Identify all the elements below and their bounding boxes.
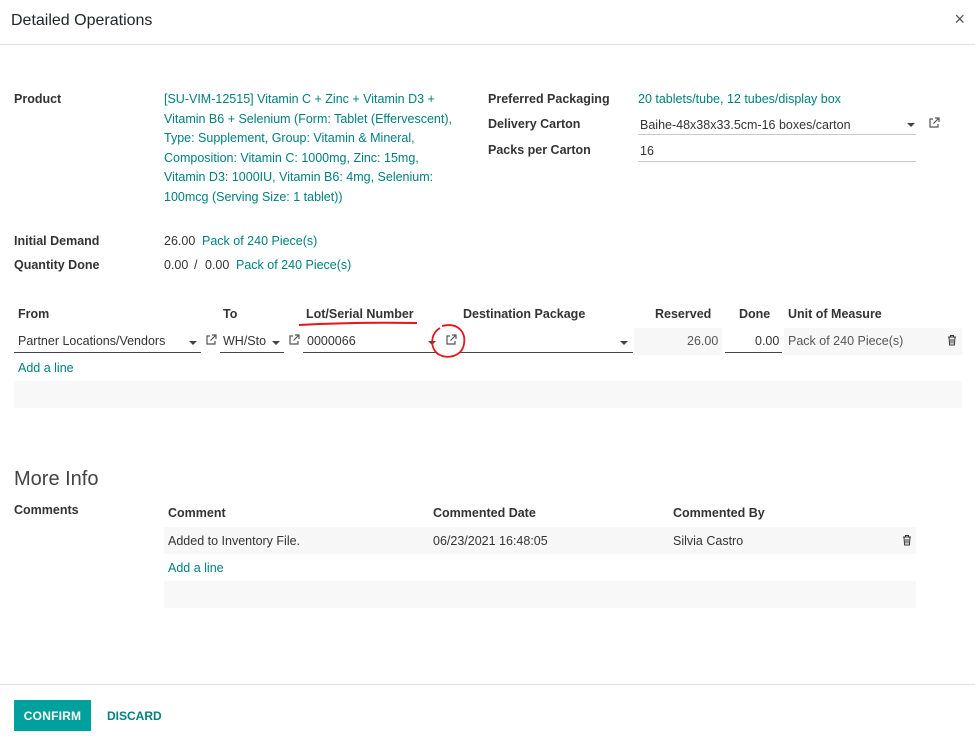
external-link-icon[interactable] [928,117,940,129]
external-link-icon[interactable] [288,334,300,346]
col-header-comment[interactable]: Comment [168,506,226,520]
dialog-title: Detailed Operations [11,12,153,29]
external-link-icon[interactable] [205,334,217,346]
packs-per-carton-input[interactable]: 16 [640,144,654,158]
add-comment-line-link[interactable]: Add a line [168,561,224,575]
delivery-carton-label: Delivery Carton [488,117,581,131]
discard-button[interactable]: DISCARD [107,709,162,723]
col-header-commented-date[interactable]: Commented Date [433,506,536,520]
chevron-down-icon[interactable] [272,341,280,345]
comments-label: Comments [14,503,79,517]
confirm-button[interactable]: CONFIRM [14,700,91,731]
to-location-underline [220,352,284,353]
red-circle-annotation [431,324,466,358]
col-header-to[interactable]: To [223,307,237,321]
done-input[interactable]: 0.00 [755,334,779,348]
preferred-packaging-value[interactable]: 20 tablets/tube, 12 tubes/display box [638,92,841,106]
red-underline-annotation [298,321,418,326]
product-link[interactable]: [SU-VIM-12515] Vitamin C + Zinc + Vitami… [164,90,454,207]
to-location-select[interactable]: WH/Sto [223,334,266,348]
initial-demand-uom[interactable]: Pack of 240 Piece(s) [202,234,317,248]
destination-package-underline [459,352,633,353]
comment-author: Silvia Castro [673,534,744,548]
comment-text: Added to Inventory File. [168,534,301,548]
col-header-commented-by[interactable]: Commented By [673,506,765,520]
lot-serial-input[interactable]: 0000066 [307,334,356,348]
delivery-carton-underline [638,134,916,135]
table-empty-row [164,581,916,608]
add-operation-line-link[interactable]: Add a line [18,361,74,375]
initial-demand-label: Initial Demand [14,234,100,248]
quantity-done-total: 0.00 [205,258,230,272]
initial-demand-qty: 26.00 [164,234,196,248]
col-header-done[interactable]: Done [739,307,770,321]
trash-icon[interactable] [947,334,957,346]
table-empty-row [14,381,962,408]
uom-value: Pack of 240 Piece(s) [788,334,904,348]
preferred-packaging-label: Preferred Packaging [488,92,610,106]
reserved-value: 26.00 [687,334,719,348]
delivery-carton-select[interactable]: Baihe-48x38x33.5cm-16 boxes/carton [640,118,851,132]
from-location-underline [14,352,201,353]
from-location-select[interactable]: Partner Locations/Vendors [18,334,165,348]
trash-icon[interactable] [902,534,912,546]
detailed-operations-dialog: Detailed Operations × Product [SU-VIM-12… [0,0,975,745]
chevron-down-icon[interactable] [620,341,628,345]
product-label: Product [14,92,62,106]
more-info-title: More Info [14,468,99,490]
packs-per-carton-underline [638,161,916,162]
col-header-destination-package[interactable]: Destination Package [463,307,585,321]
packs-per-carton-label: Packs per Carton [488,143,591,157]
chevron-down-icon[interactable] [907,123,915,127]
quantity-done-separator: / [194,258,198,272]
dialog-header: Detailed Operations × [0,0,975,45]
col-header-reserved[interactable]: Reserved [655,307,711,321]
comment-date: 06/23/2021 16:48:05 [433,534,548,548]
quantity-done-label: Quantity Done [14,258,100,272]
lot-serial-underline [303,352,437,353]
quantity-done-uom[interactable]: Pack of 240 Piece(s) [236,258,351,272]
col-header-from[interactable]: From [18,307,49,321]
close-icon[interactable]: × [954,9,965,30]
quantity-done-value: 0.00 [164,258,189,272]
done-underline [725,352,782,353]
col-header-lot[interactable]: Lot/Serial Number [306,307,414,321]
chevron-down-icon[interactable] [189,341,197,345]
col-header-uom[interactable]: Unit of Measure [788,307,882,321]
